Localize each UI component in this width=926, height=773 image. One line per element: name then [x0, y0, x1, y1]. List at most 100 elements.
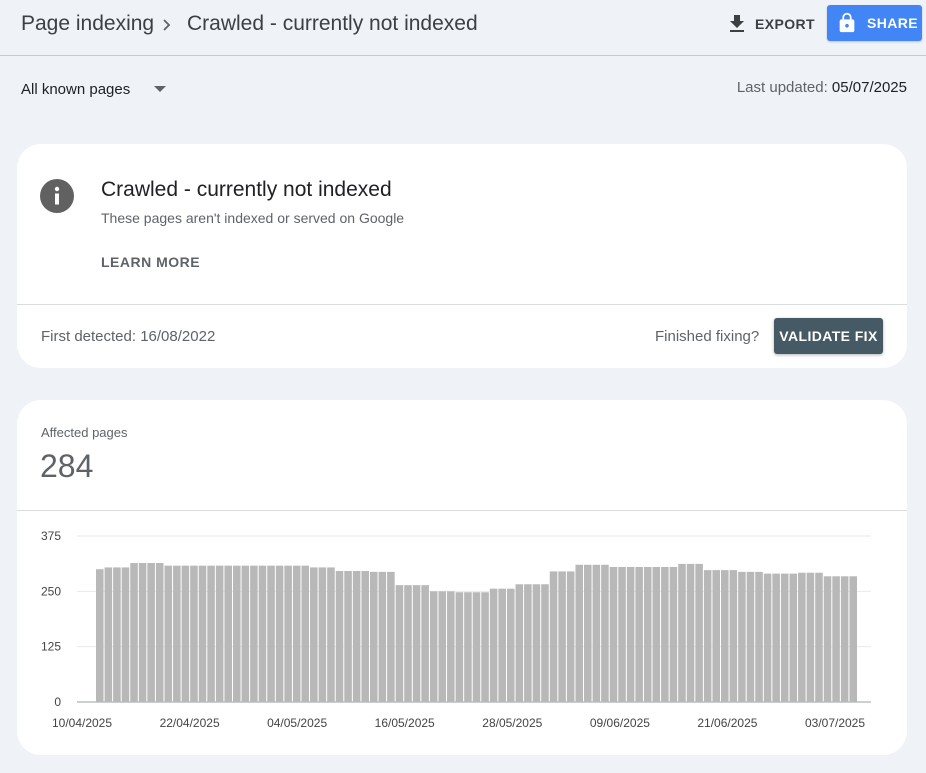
chart-bar[interactable]	[626, 566, 635, 702]
breadcrumb-page-indexing[interactable]: Page indexing	[21, 12, 154, 36]
chart-bar[interactable]	[130, 563, 138, 702]
chart-bar[interactable]	[575, 564, 584, 702]
chart-bar[interactable]	[832, 576, 840, 702]
chart-bar[interactable]	[267, 565, 275, 702]
chart-bar[interactable]	[327, 567, 335, 702]
chart-bar[interactable]	[455, 592, 464, 702]
chart-bar[interactable]	[275, 565, 284, 702]
learn-more-link[interactable]: LEARN MORE	[101, 254, 200, 270]
validate-fix-button[interactable]: VALIDATE FIX	[774, 318, 883, 354]
chart-bar[interactable]	[113, 567, 121, 702]
chart-bar[interactable]	[404, 585, 412, 702]
chart-bar[interactable]	[378, 571, 387, 702]
chart-bar[interactable]	[558, 571, 566, 702]
chart-bar[interactable]	[207, 565, 215, 702]
chart-bar[interactable]	[815, 572, 823, 702]
chart-bar[interactable]	[823, 576, 832, 702]
chart-bar[interactable]	[121, 567, 130, 702]
chart-bar[interactable]	[198, 565, 207, 702]
chart-bar[interactable]	[155, 563, 164, 702]
chart-bar[interactable]	[464, 592, 472, 702]
chart-bar[interactable]	[284, 565, 292, 702]
chart-bar[interactable]	[712, 570, 721, 702]
chart-bar[interactable]	[738, 571, 746, 702]
chart-bar[interactable]	[352, 570, 361, 702]
chart-bar[interactable]	[369, 571, 378, 702]
chart-bar[interactable]	[806, 572, 815, 702]
chart-bar[interactable]	[506, 588, 515, 702]
chart-bar[interactable]	[387, 571, 395, 702]
chart-bar[interactable]	[678, 563, 686, 702]
chart-bar[interactable]	[763, 573, 772, 702]
chart-bar[interactable]	[138, 563, 147, 702]
affected-pages-count: 284	[40, 448, 94, 484]
chart-bar[interactable]	[173, 565, 181, 702]
chart-bar[interactable]	[472, 592, 481, 702]
chart-bar[interactable]	[635, 566, 643, 702]
chart-bar[interactable]	[447, 591, 455, 702]
y-tick-label: 125	[41, 640, 61, 654]
chart-bar[interactable]	[412, 585, 421, 702]
chart-bar[interactable]	[721, 570, 729, 702]
chart-bar[interactable]	[780, 573, 789, 702]
share-button[interactable]: SHARE	[827, 5, 922, 41]
chart-bar[interactable]	[661, 566, 669, 702]
chart-bar[interactable]	[541, 584, 549, 702]
chart-bar[interactable]	[652, 566, 661, 702]
chart-bar[interactable]	[840, 576, 849, 702]
chart-bar[interactable]	[301, 565, 310, 702]
chart-bar[interactable]	[643, 566, 652, 702]
chart-bar[interactable]	[789, 573, 798, 702]
chart-bar[interactable]	[241, 565, 250, 702]
chart-bar[interactable]	[395, 585, 404, 702]
chart-bar[interactable]	[344, 570, 352, 702]
chart-bar[interactable]	[515, 584, 524, 702]
chart-bar[interactable]	[669, 566, 678, 702]
chart-bar[interactable]	[361, 570, 369, 702]
chart-bar[interactable]	[429, 591, 438, 702]
x-tick-label: 21/06/2025	[697, 716, 757, 730]
chart-bar[interactable]	[746, 571, 755, 702]
chart-bar[interactable]	[592, 564, 601, 702]
chart-bar[interactable]	[96, 569, 104, 702]
chart-bar[interactable]	[703, 570, 712, 702]
chart-bar[interactable]	[421, 585, 429, 702]
chart-bar[interactable]	[498, 588, 506, 702]
chart-bar[interactable]	[729, 570, 738, 702]
export-button[interactable]: EXPORT	[722, 8, 818, 40]
chart-bar[interactable]	[566, 571, 575, 702]
chart-bar[interactable]	[215, 565, 224, 702]
chart-bar[interactable]	[438, 591, 447, 702]
pages-filter-dropdown[interactable]: All known pages	[21, 78, 167, 100]
chart-bar[interactable]	[250, 565, 258, 702]
chart-bar[interactable]	[292, 565, 301, 702]
chart-bar[interactable]	[686, 563, 695, 702]
chart-bar[interactable]	[232, 565, 241, 702]
chart-bar[interactable]	[849, 576, 857, 702]
chart-bar[interactable]	[164, 565, 173, 702]
chart-bar[interactable]	[772, 573, 780, 702]
chart-bar[interactable]	[258, 565, 267, 702]
chart-bar[interactable]	[147, 563, 155, 702]
chart-bar[interactable]	[489, 588, 498, 702]
chart-bar[interactable]	[224, 565, 232, 702]
x-tick-label: 28/05/2025	[482, 716, 542, 730]
chart-bar[interactable]	[310, 567, 318, 702]
chart-bar[interactable]	[549, 571, 558, 702]
chart-bar[interactable]	[524, 584, 532, 702]
affected-pages-chart: 375 250 125 0 10/04/2025 22/04/2025 04/05/2025…	[41, 529, 871, 730]
chart-bar[interactable]	[695, 563, 703, 702]
chart-bar[interactable]	[618, 566, 626, 702]
chart-bar[interactable]	[584, 564, 592, 702]
chart-bar[interactable]	[755, 571, 763, 702]
chart-bar[interactable]	[181, 565, 190, 702]
chart-bar[interactable]	[481, 592, 489, 702]
chart-bar[interactable]	[104, 567, 113, 702]
chart-bar[interactable]	[798, 572, 806, 702]
chart-bar[interactable]	[335, 570, 344, 702]
chart-bar[interactable]	[601, 564, 609, 702]
chart-bar[interactable]	[609, 566, 618, 702]
chart-bar[interactable]	[318, 567, 327, 702]
chart-bar[interactable]	[190, 565, 198, 702]
chart-bar[interactable]	[532, 584, 541, 702]
